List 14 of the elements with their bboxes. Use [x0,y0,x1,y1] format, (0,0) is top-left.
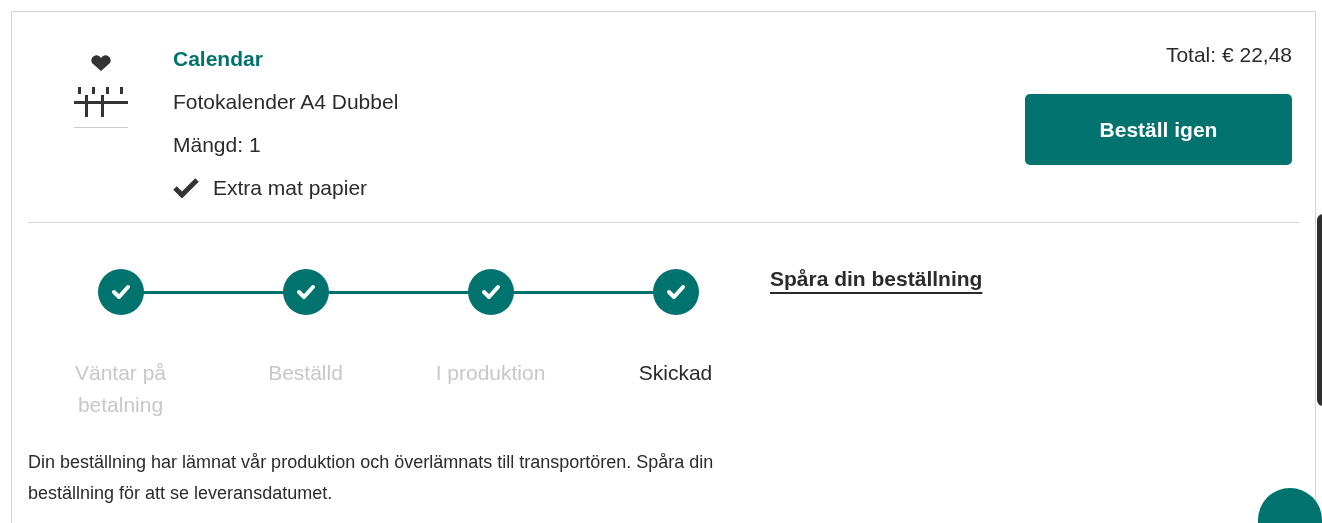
order-total: Total: € 22,48 [1165,42,1292,68]
calendar-heart-icon [72,55,130,129]
product-name: Fotokalender A4 Dubbel [173,89,399,115]
product-category: Calendar [173,46,264,72]
reorder-button[interactable]: Beställ igen [1025,94,1292,165]
step-label: Skickad [637,360,714,386]
option-label: Extra mat papier [213,175,368,201]
checkmark-icon [110,284,131,300]
checkmark-icon [295,284,316,300]
track-order-link[interactable]: Spåra din beställning [770,263,983,295]
quantity-text: Mängd: 1 [173,132,262,158]
status-description: Din beställning har lämnat vår produktion och överlämnats till transportören. Spåra din beställning för att se leveransdatumet. [28,451,715,505]
checkmark-icon [480,284,501,300]
checkmark-icon [665,284,686,300]
